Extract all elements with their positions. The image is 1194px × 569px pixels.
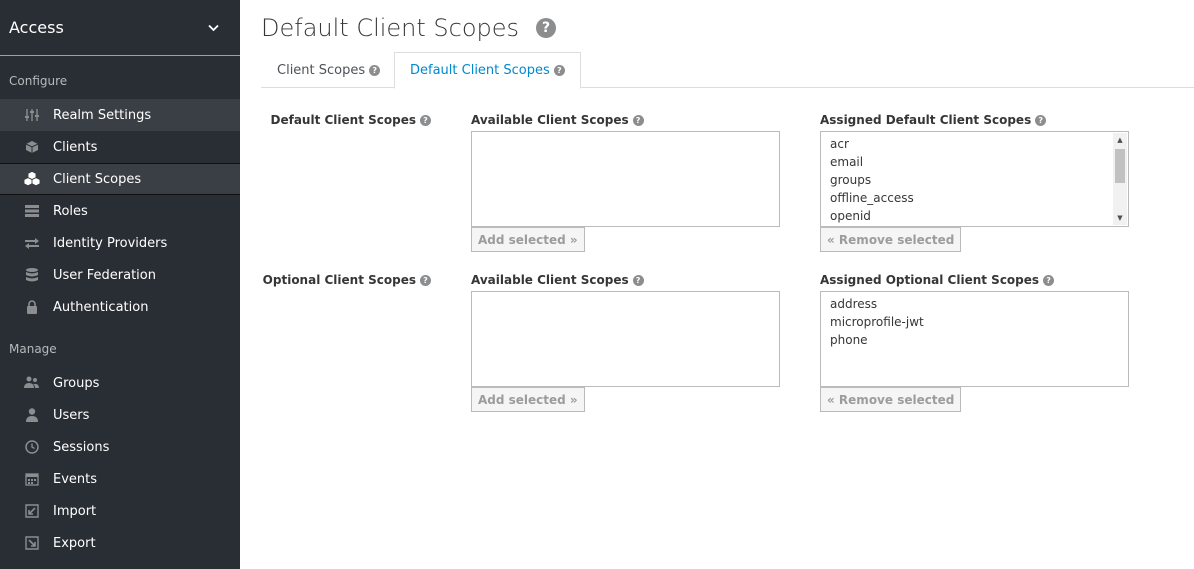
sidebar-item-export[interactable]: Export (0, 527, 240, 559)
page-title: Default Client Scopes (261, 14, 520, 42)
help-icon[interactable]: ? (553, 65, 565, 76)
list-item[interactable]: microprofile-jwt (830, 313, 1119, 331)
sidebar-item-user-federation[interactable]: User Federation (0, 259, 240, 291)
sidebar-item-label: Users (53, 407, 90, 423)
sidebar-item-client-scopes[interactable]: Client Scopes (0, 163, 240, 195)
list-icon (24, 203, 40, 219)
sidebar-item-identity-providers[interactable]: Identity Providers (0, 227, 240, 259)
help-icon[interactable]: ? (632, 274, 644, 286)
optional-assigned-label: Assigned Optional Client Scopes ? (820, 273, 1055, 287)
default-assigned-list[interactable]: acr email groups offline_access openid ▲… (820, 131, 1129, 227)
default-available-list[interactable] (471, 131, 780, 227)
calendar-icon (24, 471, 40, 487)
tab-bar: Client Scopes ? Default Client Scopes ? (261, 52, 1194, 89)
sidebar-item-label: User Federation (53, 267, 156, 283)
sidebar-item-import[interactable]: Import (0, 495, 240, 527)
default-scopes-row-label: Default Client Scopes ? (270, 113, 431, 127)
list-item[interactable]: openid (830, 207, 1119, 225)
cubes-icon (24, 171, 40, 187)
sidebar-item-users[interactable]: Users (0, 399, 240, 431)
chevron-down-icon (208, 21, 219, 35)
sidebar-item-label: Sessions (53, 439, 110, 455)
help-icon[interactable]: ? (420, 114, 431, 126)
page-header: Default Client Scopes ? (261, 14, 557, 42)
remove-selected-button[interactable]: « Remove selected (820, 387, 962, 412)
list-item[interactable]: offline_access (830, 189, 1119, 207)
row-label-text: Optional Client Scopes (262, 273, 416, 287)
sliders-icon (24, 107, 40, 123)
default-available-label: Available Client Scopes ? (471, 113, 644, 127)
tab-label: Default Client Scopes (410, 63, 550, 78)
sidebar-item-label: Groups (53, 375, 100, 391)
cube-icon (24, 139, 40, 155)
sidebar-item-label: Client Scopes (53, 171, 142, 187)
list-item[interactable]: acr (830, 135, 1119, 153)
sidebar-item-label: Import (53, 503, 97, 519)
row-label-text: Default Client Scopes (270, 113, 417, 127)
users-icon (24, 375, 40, 391)
optional-scopes-row-label: Optional Client Scopes ? (263, 273, 431, 287)
manage-section-label: Manage (9, 342, 57, 356)
sidebar-item-authentication[interactable]: Authentication (0, 291, 240, 323)
scrollbar-thumb[interactable] (1115, 149, 1125, 183)
sidebar-item-label: Events (53, 471, 98, 487)
help-icon[interactable]: ? (632, 114, 644, 126)
sidebar-item-label: Export (53, 535, 96, 551)
lock-icon (24, 299, 40, 315)
scroll-up-icon[interactable]: ▲ (1113, 133, 1127, 147)
add-selected-button[interactable]: Add selected » (471, 227, 585, 252)
import-icon (24, 503, 40, 519)
list-item[interactable]: email (830, 153, 1119, 171)
add-selected-button[interactable]: Add selected » (471, 387, 585, 412)
sidebar-item-label: Authentication (53, 299, 149, 315)
optional-assigned-list[interactable]: address microprofile-jwt phone (820, 291, 1129, 387)
sidebar-item-realm-settings[interactable]: Realm Settings (0, 99, 240, 131)
list-item[interactable]: phone (830, 331, 1119, 349)
sidebar-item-label: Realm Settings (53, 107, 152, 123)
remove-selected-button[interactable]: « Remove selected (820, 227, 962, 252)
help-icon[interactable]: ? (536, 18, 557, 38)
sidebar-item-events[interactable]: Events (0, 463, 240, 495)
help-icon[interactable]: ? (1035, 114, 1047, 126)
user-icon (24, 407, 40, 423)
tab-label: Client Scopes (277, 62, 366, 78)
configure-section-label: Configure (9, 74, 68, 88)
sidebar: Access Configure Realm Settings Clients … (0, 0, 240, 569)
list-item[interactable]: address (830, 295, 1119, 313)
help-icon[interactable]: ? (369, 64, 381, 76)
sidebar-item-groups[interactable]: Groups (0, 367, 240, 399)
export-icon (24, 535, 40, 551)
help-icon[interactable]: ? (1043, 274, 1055, 286)
available-label-text: Available Client Scopes (471, 273, 629, 287)
assigned-label-text: Assigned Default Client Scopes (820, 113, 1032, 127)
tab-default-client-scopes[interactable]: Default Client Scopes ? (394, 52, 581, 89)
scrollbar[interactable]: ▲ ▼ (1113, 133, 1127, 225)
scroll-down-icon[interactable]: ▼ (1113, 211, 1127, 225)
sidebar-item-label: Roles (53, 203, 88, 219)
default-assigned-label: Assigned Default Client Scopes ? (820, 113, 1047, 127)
sidebar-item-clients[interactable]: Clients (0, 131, 240, 163)
list-item[interactable]: groups (830, 171, 1119, 189)
sidebar-item-roles[interactable]: Roles (0, 195, 240, 227)
realm-name: Access (9, 18, 64, 37)
tab-client-scopes[interactable]: Client Scopes ? (262, 52, 395, 88)
sidebar-item-label: Identity Providers (53, 235, 168, 251)
database-icon (24, 267, 40, 283)
help-icon[interactable]: ? (420, 274, 431, 286)
sidebar-item-sessions[interactable]: Sessions (0, 431, 240, 463)
clock-icon (24, 439, 40, 455)
main-content: Default Client Scopes ? Client Scopes ? … (240, 0, 1194, 569)
realm-selector[interactable]: Access (0, 0, 240, 56)
available-label-text: Available Client Scopes (471, 113, 629, 127)
optional-available-label: Available Client Scopes ? (471, 273, 644, 287)
exchange-icon (24, 235, 40, 251)
assigned-label-text: Assigned Optional Client Scopes (820, 273, 1040, 287)
sidebar-item-label: Clients (53, 139, 98, 155)
optional-available-list[interactable] (471, 291, 780, 387)
